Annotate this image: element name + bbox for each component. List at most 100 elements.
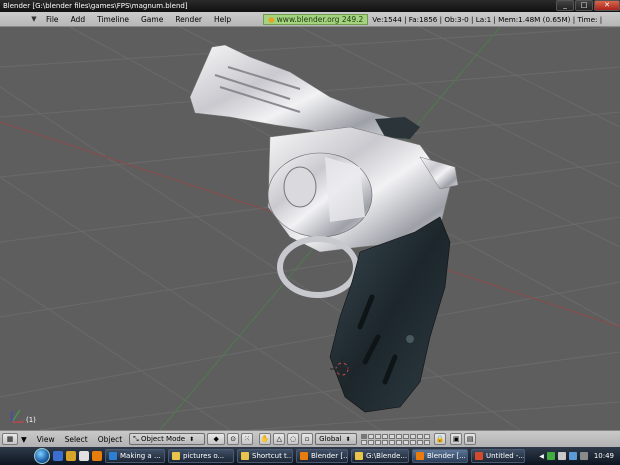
editor-type-button[interactable]: ▦ bbox=[2, 433, 18, 445]
taskbar-item[interactable]: Untitled -... bbox=[471, 449, 525, 463]
layer-toggle[interactable] bbox=[375, 439, 382, 445]
taskbar-item-label: Making a ... bbox=[120, 452, 161, 460]
layer-toggle[interactable] bbox=[382, 439, 389, 445]
quicklaunch-desktop-icon[interactable] bbox=[53, 451, 63, 461]
taskbar-item-label: Untitled -... bbox=[486, 452, 525, 460]
orientation-dropdown[interactable]: Global ⬍ bbox=[315, 433, 358, 445]
menu-object[interactable]: Object bbox=[93, 435, 127, 444]
folder-icon bbox=[241, 452, 249, 460]
blender-menu-bar: ▼ File Add Timeline Game Render Help ● ww… bbox=[0, 12, 620, 27]
3d-viewport[interactable]: (1) bbox=[0, 27, 620, 430]
system-tray: ◀ 10:49 bbox=[539, 452, 620, 460]
layer-toggle[interactable] bbox=[361, 433, 368, 439]
layer-toggle[interactable] bbox=[417, 439, 424, 445]
mode-dropdown[interactable]: ⤡ Object Mode ⬍ bbox=[129, 433, 206, 445]
layer-toggle[interactable] bbox=[403, 439, 410, 445]
website-badge[interactable]: ● www.blender.org 249.2 bbox=[263, 13, 369, 25]
layer-toggle[interactable] bbox=[424, 439, 431, 445]
tray-app-icon[interactable] bbox=[579, 452, 588, 460]
pivot-icon: ⊙ bbox=[230, 435, 237, 443]
proportional-button[interactable]: ⁙ bbox=[241, 433, 254, 445]
layer-buttons[interactable] bbox=[361, 433, 431, 445]
menu-view[interactable]: View bbox=[32, 435, 60, 444]
shading-icon: ◆ bbox=[213, 435, 219, 443]
layer-toggle[interactable] bbox=[389, 433, 396, 439]
layer-toggle[interactable] bbox=[396, 439, 403, 445]
menu-select[interactable]: Select bbox=[60, 435, 93, 444]
layer-toggle[interactable] bbox=[361, 439, 368, 445]
start-button[interactable] bbox=[34, 448, 50, 464]
lock-layer-button[interactable]: 🔒 bbox=[434, 433, 447, 445]
layer-toggle[interactable] bbox=[389, 439, 396, 445]
scale-icon: ▫ bbox=[304, 435, 310, 443]
3d-view-header: ▦ ▼ View Select Object ⤡ Object Mode ⬍ ◆ … bbox=[0, 430, 620, 447]
camera-icon: ▣ bbox=[452, 435, 460, 443]
layer-toggle[interactable] bbox=[417, 433, 424, 439]
taskbar-item-label: G:\Blende... bbox=[366, 452, 408, 460]
dropdown-arrow-icon: ⬍ bbox=[345, 435, 351, 443]
scene-stats: Ve:1544 | Fa:1856 | Ob:3-0 | La:1 | Mem:… bbox=[372, 14, 603, 24]
rotate-icon: ◌ bbox=[290, 435, 297, 443]
dropdown-arrow-icon: ⬍ bbox=[189, 435, 195, 443]
pivot-button[interactable]: ⊙ bbox=[227, 433, 240, 445]
browser-icon bbox=[109, 452, 117, 460]
hand-icon: ✋ bbox=[260, 435, 270, 443]
folder-icon bbox=[172, 452, 180, 460]
translate-button[interactable]: △ bbox=[273, 433, 286, 445]
clock[interactable]: 10:49 bbox=[594, 452, 614, 460]
lock-icon: 🔒 bbox=[435, 435, 445, 443]
taskbar-item-label: pictures o... bbox=[183, 452, 225, 460]
layer-toggle[interactable] bbox=[396, 433, 403, 439]
layer-toggle[interactable] bbox=[368, 439, 375, 445]
taskbar-item-label: Blender [... bbox=[427, 452, 466, 460]
proportional-icon: ⁙ bbox=[244, 435, 251, 443]
quicklaunch-folder-icon[interactable] bbox=[66, 451, 76, 461]
blender-logo-icon: ● bbox=[268, 14, 275, 24]
film-icon: ▤ bbox=[466, 435, 474, 443]
revolver-model bbox=[189, 44, 459, 413]
header-collapse-icon[interactable]: ▼ bbox=[18, 435, 32, 444]
opengl-render-button[interactable]: ▣ bbox=[450, 433, 463, 445]
network-icon[interactable] bbox=[546, 452, 555, 460]
maximize-button[interactable]: □ bbox=[575, 0, 593, 11]
scale-button[interactable]: ▫ bbox=[301, 433, 314, 445]
menu-help[interactable]: Help bbox=[208, 15, 237, 24]
menu-add[interactable]: Add bbox=[65, 15, 92, 24]
layer-toggle[interactable] bbox=[410, 439, 417, 445]
layer-toggle[interactable] bbox=[403, 433, 410, 439]
layer-toggle[interactable] bbox=[382, 433, 389, 439]
close-button[interactable]: ✕ bbox=[594, 0, 620, 11]
draw-type-button[interactable]: ◆ bbox=[207, 433, 226, 445]
taskbar-item-active[interactable]: Blender [... bbox=[412, 449, 468, 463]
manipulator-hand-button[interactable]: ✋ bbox=[259, 433, 272, 445]
quicklaunch-blender-icon[interactable] bbox=[92, 451, 102, 461]
render-anim-button[interactable]: ▤ bbox=[464, 433, 477, 445]
menu-render[interactable]: Render bbox=[169, 15, 208, 24]
menu-collapse-icon[interactable]: ▼ bbox=[28, 15, 40, 23]
mode-icon: ⤡ bbox=[133, 434, 139, 443]
window-titlebar: Blender [G:\blender files\games\FPS\magn… bbox=[0, 0, 620, 12]
layer-toggle[interactable] bbox=[375, 433, 382, 439]
menu-file[interactable]: File bbox=[40, 15, 65, 24]
volume-icon[interactable] bbox=[557, 452, 566, 460]
menu-game[interactable]: Game bbox=[135, 15, 169, 24]
quicklaunch-window-icon[interactable] bbox=[79, 451, 89, 461]
minimize-button[interactable]: _ bbox=[556, 0, 574, 11]
taskbar-item[interactable]: pictures o... bbox=[168, 449, 234, 463]
grid-icon: ▦ bbox=[6, 435, 14, 443]
layer-toggle[interactable] bbox=[410, 433, 417, 439]
windows-taskbar: Making a ... pictures o... Shortcut t...… bbox=[0, 447, 620, 465]
tray-expand-icon[interactable]: ◀ bbox=[539, 453, 544, 460]
orientation-label: Global bbox=[319, 435, 342, 443]
rotate-button[interactable]: ◌ bbox=[287, 433, 300, 445]
layer-toggle[interactable] bbox=[424, 433, 431, 439]
taskbar-item[interactable]: G:\Blende... bbox=[351, 449, 409, 463]
taskbar-item[interactable]: Shortcut t... bbox=[237, 449, 293, 463]
menu-timeline[interactable]: Timeline bbox=[91, 15, 135, 24]
mode-label: Object Mode bbox=[141, 435, 186, 443]
layer-toggle[interactable] bbox=[368, 433, 375, 439]
taskbar-item[interactable]: Making a ... bbox=[105, 449, 165, 463]
power-icon[interactable] bbox=[568, 452, 577, 460]
taskbar-item[interactable]: Blender [... bbox=[296, 449, 348, 463]
paint-icon bbox=[475, 452, 483, 460]
